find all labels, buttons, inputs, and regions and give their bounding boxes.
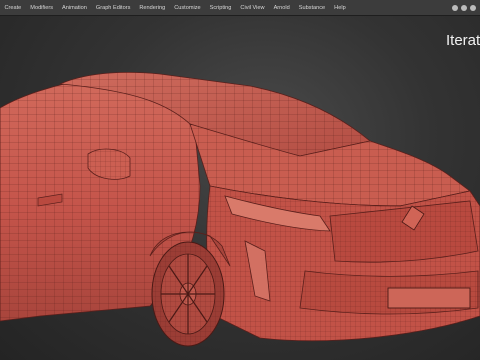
window-controls — [452, 3, 476, 13]
menu-rendering[interactable]: Rendering — [135, 0, 170, 16]
menu-arnold[interactable]: Arnold — [269, 0, 294, 16]
3d-viewport[interactable]: Iterat — [0, 16, 480, 360]
window-dot-icon[interactable] — [470, 5, 476, 11]
menu-modifiers[interactable]: Modifiers — [26, 0, 58, 16]
menu-items: Create Modifiers Animation Graph Editors… — [0, 0, 350, 16]
car-wireframe-model[interactable] — [0, 16, 480, 360]
car-license-plate — [387, 287, 471, 309]
app-window: Create Modifiers Animation Graph Editors… — [0, 0, 480, 360]
menu-scripting[interactable]: Scripting — [205, 0, 236, 16]
menu-substance[interactable]: Substance — [294, 0, 329, 16]
viewport-label: Iterat — [446, 32, 480, 49]
menu-customize[interactable]: Customize — [170, 0, 205, 16]
car-front-wheel — [151, 241, 225, 347]
window-dot-icon[interactable] — [452, 5, 458, 11]
menu-civil-view[interactable]: Civil View — [236, 0, 269, 16]
menu-help[interactable]: Help — [330, 0, 351, 16]
window-dot-icon[interactable] — [461, 5, 467, 11]
menu-graph-editors[interactable]: Graph Editors — [91, 0, 135, 16]
menu-animation[interactable]: Animation — [58, 0, 92, 16]
menu-create[interactable]: Create — [0, 0, 26, 16]
menu-bar: Create Modifiers Animation Graph Editors… — [0, 0, 480, 16]
